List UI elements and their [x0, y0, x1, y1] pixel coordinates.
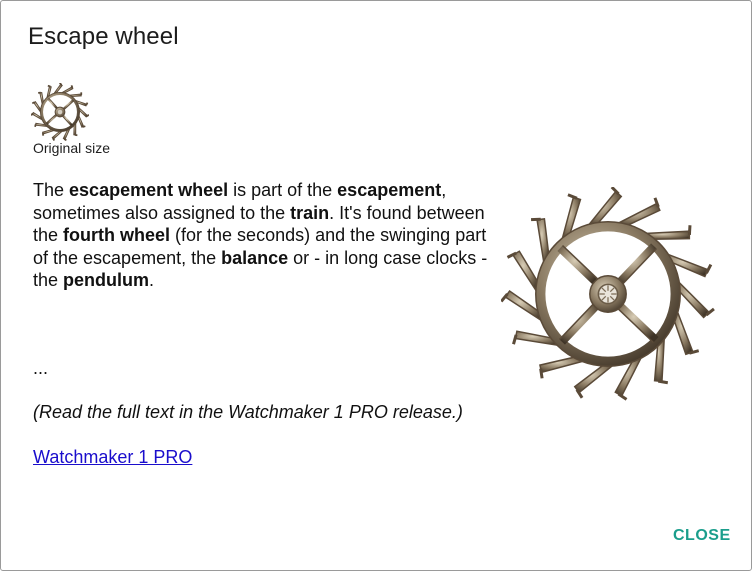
wheel-spoke	[45, 113, 58, 125]
escape-wheel-illustration	[501, 187, 715, 401]
dialog-title: Escape wheel	[28, 23, 179, 50]
wheel-spoke	[61, 114, 73, 127]
wheel-spoke-edge	[45, 113, 57, 124]
ellipsis-text: ...	[33, 358, 49, 378]
wheel-tooth-tip	[41, 132, 45, 136]
wheel-tooth-tip	[59, 83, 63, 86]
wheel-spoke-edge	[48, 97, 59, 109]
wheel-spoke-edge	[562, 244, 601, 282]
escape-wheel-thumbnail-icon	[31, 83, 89, 141]
wheel-tooth	[33, 100, 42, 114]
wheel-tooth-tip	[82, 125, 86, 128]
thumbnail-caption: Original size	[33, 140, 111, 156]
wheel-spoke	[615, 243, 657, 286]
close-button[interactable]: CLOSE	[665, 523, 739, 549]
wheel-tooth-tip	[705, 263, 713, 274]
wheel-spoke-edge	[620, 248, 658, 287]
wheel-tooth	[511, 250, 540, 295]
wheel-tooth	[573, 363, 617, 394]
wheel-tooth-tip	[687, 225, 692, 236]
wheel-tooth-tip	[70, 85, 74, 89]
wheel-tooth	[51, 130, 64, 140]
wheel-tooth-tip	[47, 84, 51, 88]
wheel-tooth	[614, 202, 661, 227]
term-pendulum: pendulum	[63, 270, 150, 290]
wheel-spoke-edge	[558, 301, 596, 340]
full-text-note: (Read the full text in the Watchmaker 1 …	[33, 402, 463, 422]
term-balance: balance	[221, 247, 289, 268]
wheel-tooth-tip	[512, 334, 518, 345]
wheel-tooth-tip	[567, 193, 578, 200]
term-escapement-wheel: escapement wheel	[69, 180, 229, 200]
wheel-spoke	[557, 245, 600, 287]
term-fourth-wheel: fourth wheel	[63, 225, 171, 245]
wheel-spoke	[559, 302, 601, 345]
wheel-tooth-tip	[539, 368, 544, 379]
wheel-tooth-tip	[85, 102, 89, 106]
wheel-tooth-tip	[34, 124, 37, 128]
wheel-tooth-tip	[657, 379, 669, 385]
wheel-spoke	[62, 99, 75, 111]
wheel-spoke	[616, 301, 659, 343]
wheel-spoke-edge	[61, 115, 72, 127]
term-escapement: escapement	[337, 180, 442, 200]
wheel-spoke	[47, 97, 59, 110]
escape-wheel-dialog: Escape wheel Original size The escapemen…	[0, 0, 752, 571]
wheel-tooth-tip	[31, 101, 36, 105]
watchmaker-pro-link[interactable]: Watchmaker 1 PRO	[33, 447, 192, 468]
wheel-spoke-edge	[63, 100, 75, 111]
wheel-tooth	[676, 278, 711, 319]
wheel-tooth-tip	[31, 112, 34, 116]
wheel-spoke-edge	[615, 306, 654, 344]
description-paragraph: The escapement wheel is part of the esca…	[33, 180, 488, 290]
term-train: train	[290, 202, 330, 223]
